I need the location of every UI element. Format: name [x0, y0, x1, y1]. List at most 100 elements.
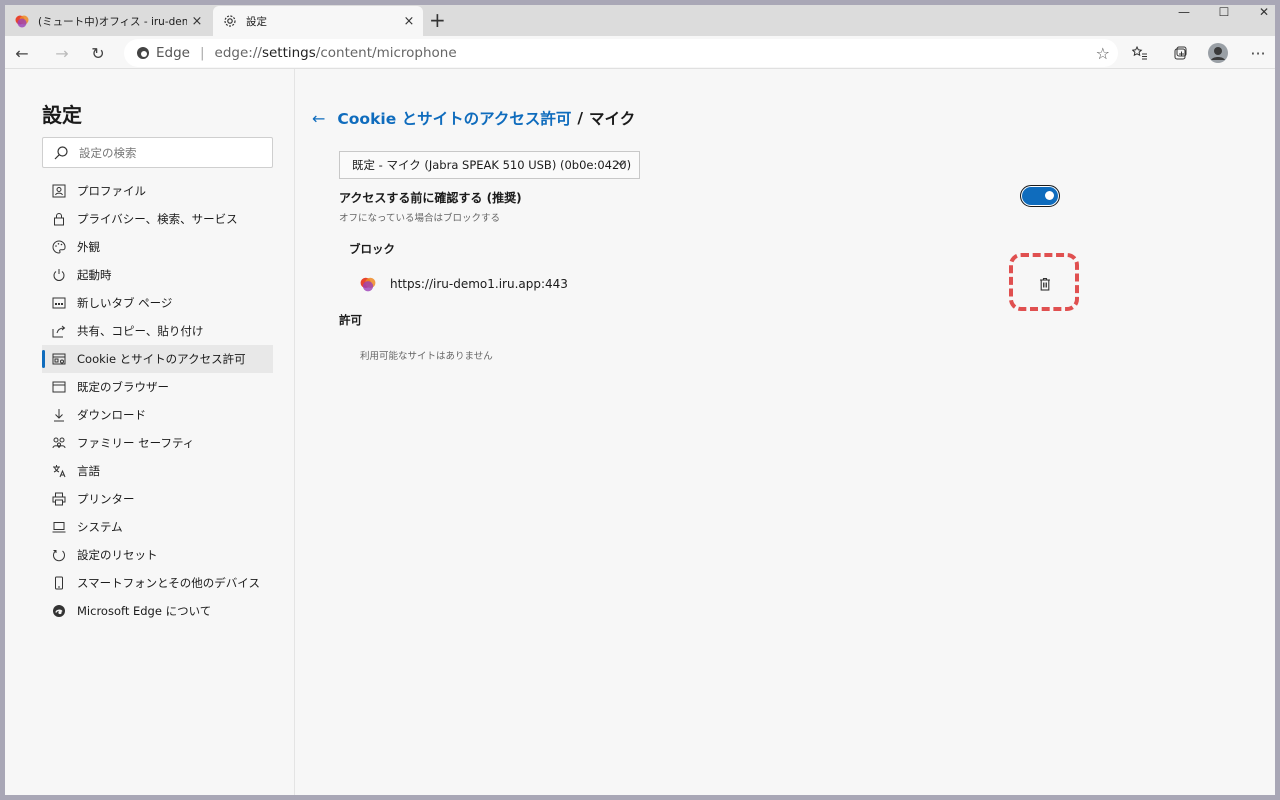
block-section-heading: ブロック — [349, 242, 395, 256]
new-tab-page-icon — [51, 295, 67, 311]
blocked-site-url: https://iru-demo1.iru.app:443 — [390, 277, 568, 291]
favorites-icon[interactable] — [1127, 40, 1153, 66]
printer-icon — [51, 491, 67, 507]
settings-sidebar: 設定 設定の検索 プロファイル プライバシー、検索、サービス 外観 起動時 新し… — [5, 69, 295, 795]
sidebar-item-phone[interactable]: スマートフォンとその他のデバイス — [42, 569, 273, 597]
tab-close-button[interactable]: × — [399, 14, 419, 29]
microphone-settings-panel: ← Cookie とサイトのアクセス許可 / マイク 既定 - マイク (Jab… — [310, 69, 1079, 795]
power-icon — [51, 267, 67, 283]
settings-nav: プロファイル プライバシー、検索、サービス 外観 起動時 新しいタブ ページ 共… — [42, 177, 273, 625]
browser-window: (ミュート中)オフィス - iru-demo1.iru × 設定 × + — ☐… — [5, 5, 1275, 795]
sidebar-item-language[interactable]: 言語 — [42, 457, 273, 485]
back-button[interactable]: ← — [9, 40, 35, 66]
iru-favicon-icon — [14, 13, 30, 29]
tab-strip: (ミュート中)オフィス - iru-demo1.iru × 設定 × + — ☐… — [5, 5, 1275, 36]
sidebar-item-label: 設定のリセット — [77, 548, 158, 562]
ask-before-access-description: オフになっている場合はブロックする — [339, 213, 501, 224]
tab-title: 設定 — [246, 15, 267, 28]
sidebar-item-label: 外観 — [77, 240, 100, 254]
sidebar-item-label: Microsoft Edge について — [77, 604, 212, 618]
search-placeholder: 設定の検索 — [79, 145, 137, 160]
address-separator: | — [199, 45, 205, 61]
address-bar[interactable]: Edge | edge://settings/content/microphon… — [124, 39, 1118, 67]
sidebar-item-label: 既定のブラウザー — [77, 380, 169, 394]
family-icon — [51, 435, 67, 451]
tab-settings[interactable]: 設定 × — [213, 6, 423, 36]
sidebar-item-family[interactable]: ファミリー セーフティ — [42, 429, 273, 457]
sidebar-item-new-tab[interactable]: 新しいタブ ページ — [42, 289, 273, 317]
breadcrumb-link[interactable]: Cookie とサイトのアクセス許可 — [337, 107, 571, 129]
address-url: edge://settings/content/microphone — [214, 45, 457, 61]
sidebar-item-appearance[interactable]: 外観 — [42, 233, 273, 261]
lock-icon — [51, 211, 67, 227]
blocked-site-row[interactable]: https://iru-demo1.iru.app:443 — [360, 274, 568, 294]
sidebar-item-label: プライバシー、検索、サービス — [77, 212, 238, 226]
sidebar-item-system[interactable]: システム — [42, 513, 273, 541]
system-icon — [51, 519, 67, 535]
sidebar-item-startup[interactable]: 起動時 — [42, 261, 273, 289]
back-arrow-icon[interactable]: ← — [312, 109, 325, 128]
share-icon — [51, 323, 67, 339]
sidebar-item-privacy[interactable]: プライバシー、検索、サービス — [42, 205, 273, 233]
sidebar-item-label: 新しいタブ ページ — [77, 296, 173, 310]
edge-icon — [137, 47, 149, 59]
select-value: 既定 - マイク (Jabra SPEAK 510 USB) (0b0e:042… — [352, 158, 632, 172]
more-menu-button[interactable]: ··· — [1245, 40, 1271, 66]
tab-close-button[interactable]: × — [187, 14, 207, 29]
new-tab-button[interactable]: + — [429, 8, 446, 32]
browser-icon — [51, 379, 67, 395]
gear-icon — [222, 13, 238, 29]
sidebar-item-printers[interactable]: プリンター — [42, 485, 273, 513]
sidebar-item-label: Cookie とサイトのアクセス許可 — [77, 352, 246, 366]
iru-favicon-icon — [360, 277, 376, 292]
download-icon — [51, 407, 67, 423]
favorite-star-icon[interactable]: ☆ — [1096, 44, 1110, 63]
phone-icon — [51, 575, 67, 591]
sidebar-item-label: プロファイル — [77, 184, 146, 198]
language-icon — [51, 463, 67, 479]
sidebar-item-label: スマートフォンとその他のデバイス — [77, 576, 260, 590]
search-icon — [54, 145, 68, 159]
refresh-button[interactable]: ↻ — [85, 40, 111, 66]
sidebar-item-label: 起動時 — [77, 268, 112, 282]
address-brand: Edge — [156, 45, 190, 61]
sidebar-item-downloads[interactable]: ダウンロード — [42, 401, 273, 429]
sidebar-item-share[interactable]: 共有、コピー、貼り付け — [42, 317, 273, 345]
page-title: 設定 — [42, 103, 82, 127]
edge-icon — [51, 603, 67, 619]
forward-button[interactable]: → — [49, 40, 75, 66]
annotation-highlight-box — [1009, 253, 1079, 311]
toggle-knob — [1045, 191, 1054, 200]
tab-office[interactable]: (ミュート中)オフィス - iru-demo1.iru × — [5, 6, 211, 36]
avatar[interactable] — [1205, 40, 1231, 66]
profile-icon — [51, 183, 67, 199]
palette-icon — [51, 239, 67, 255]
sidebar-item-about[interactable]: Microsoft Edge について — [42, 597, 273, 625]
allow-section-heading: 許可 — [339, 313, 362, 327]
settings-page: 設定 設定の検索 プロファイル プライバシー、検索、サービス 外観 起動時 新し… — [5, 69, 1275, 795]
sidebar-item-label: 共有、コピー、貼り付け — [77, 324, 204, 338]
allow-empty-message: 利用可能なサイトはありません — [360, 351, 493, 362]
collections-icon[interactable] — [1167, 40, 1193, 66]
sidebar-item-reset[interactable]: 設定のリセット — [42, 541, 273, 569]
breadcrumb: ← Cookie とサイトのアクセス許可 / マイク — [312, 107, 635, 129]
sidebar-item-label: 言語 — [77, 464, 100, 478]
ask-before-access-label: アクセスする前に確認する (推奨) — [339, 191, 522, 205]
sidebar-item-label: ダウンロード — [77, 408, 146, 422]
microphone-device-select[interactable]: 既定 - マイク (Jabra SPEAK 510 USB) (0b0e:042… — [339, 151, 640, 179]
tab-title: (ミュート中)オフィス - iru-demo1.iru — [38, 15, 187, 28]
toolbar: ← → ↻ Edge | edge://settings/content/mic… — [5, 36, 1275, 69]
reset-icon — [51, 547, 67, 563]
close-window-button[interactable]: ✕ — [1241, 5, 1275, 19]
sidebar-item-site-permissions[interactable]: Cookie とサイトのアクセス許可 — [42, 345, 273, 373]
sidebar-item-profile[interactable]: プロファイル — [42, 177, 273, 205]
sidebar-item-default-browser[interactable]: 既定のブラウザー — [42, 373, 273, 401]
breadcrumb-separator: / — [577, 109, 584, 127]
site-permissions-icon — [51, 351, 67, 367]
search-input[interactable]: 設定の検索 — [42, 137, 273, 168]
sidebar-item-label: システム — [77, 520, 123, 534]
ask-before-access-toggle[interactable] — [1020, 185, 1060, 207]
sidebar-item-label: プリンター — [77, 492, 135, 506]
chevron-down-icon — [615, 157, 627, 172]
sidebar-item-label: ファミリー セーフティ — [77, 436, 195, 450]
